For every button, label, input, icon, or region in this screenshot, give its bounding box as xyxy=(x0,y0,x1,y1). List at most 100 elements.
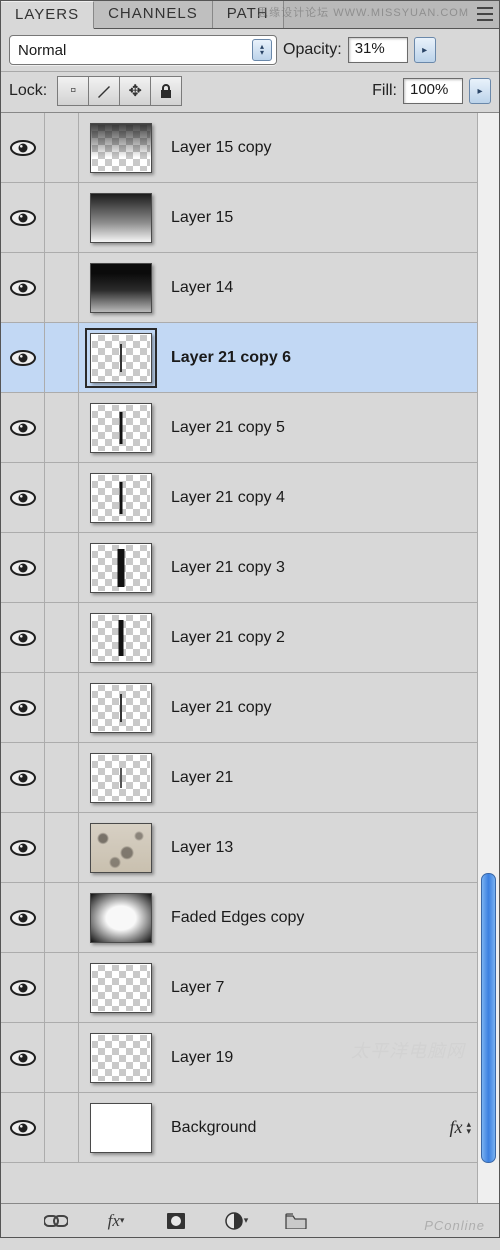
lock-move-icon[interactable]: ✥ xyxy=(119,76,151,106)
layer-name-label[interactable]: Background xyxy=(163,1119,417,1137)
lock-transparent-icon[interactable]: ▫ xyxy=(57,76,89,106)
link-cell[interactable] xyxy=(45,393,79,462)
layer-thumbnail[interactable] xyxy=(79,753,163,803)
layer-name-label[interactable]: Layer 15 xyxy=(163,209,477,227)
link-cell[interactable] xyxy=(45,533,79,602)
layer-thumbnail[interactable] xyxy=(79,1033,163,1083)
layer-name-label[interactable]: Faded Edges copy xyxy=(163,909,477,927)
layer-name-label[interactable]: Layer 21 copy xyxy=(163,699,477,717)
layer-thumbnail[interactable] xyxy=(79,823,163,873)
panel-menu-icon[interactable] xyxy=(477,7,493,21)
layer-thumbnail[interactable] xyxy=(79,193,163,243)
layer-thumbnail[interactable] xyxy=(79,543,163,593)
link-cell[interactable] xyxy=(45,463,79,532)
visibility-toggle[interactable] xyxy=(1,1023,45,1092)
visibility-toggle[interactable] xyxy=(1,323,45,392)
layer-name-label[interactable]: Layer 15 copy xyxy=(163,139,477,157)
layer-thumbnail[interactable] xyxy=(79,123,163,173)
visibility-toggle[interactable] xyxy=(1,533,45,602)
layer-name-label[interactable]: Layer 21 copy 2 xyxy=(163,629,477,647)
opacity-label: Opacity: xyxy=(283,41,342,59)
visibility-toggle[interactable] xyxy=(1,603,45,672)
link-cell[interactable] xyxy=(45,253,79,322)
blend-mode-select[interactable]: Normal xyxy=(9,35,277,65)
fill-dropdown-icon[interactable]: ▸ xyxy=(469,78,491,104)
layer-thumbnail[interactable] xyxy=(79,1103,163,1153)
layer-mask-icon[interactable] xyxy=(163,1210,189,1232)
link-cell[interactable] xyxy=(45,603,79,672)
layer-row[interactable]: Layer 13 xyxy=(1,813,477,883)
layer-row[interactable]: Layer 15 xyxy=(1,183,477,253)
layer-name-label[interactable]: Layer 14 xyxy=(163,279,477,297)
layer-row[interactable]: Layer 19 xyxy=(1,1023,477,1093)
link-cell[interactable] xyxy=(45,813,79,882)
lock-brush-icon[interactable] xyxy=(88,76,120,106)
layer-row[interactable]: Layer 7 xyxy=(1,953,477,1023)
layer-row[interactable]: Layer 21 copy 6 xyxy=(1,323,477,393)
link-cell[interactable] xyxy=(45,743,79,812)
link-cell[interactable] xyxy=(45,953,79,1022)
visibility-toggle[interactable] xyxy=(1,463,45,532)
layer-name-label[interactable]: Layer 21 copy 6 xyxy=(163,349,477,367)
link-cell[interactable] xyxy=(45,1093,79,1162)
layer-fx-icon[interactable]: fx▾ xyxy=(103,1210,129,1232)
layer-row[interactable]: Layer 21 copy 2 xyxy=(1,603,477,673)
opacity-input[interactable]: 31% xyxy=(348,37,408,63)
visibility-toggle[interactable] xyxy=(1,1093,45,1162)
lock-all-icon[interactable] xyxy=(150,76,182,106)
fill-input[interactable]: 100% xyxy=(403,78,463,104)
scroll-thumb[interactable] xyxy=(481,873,496,1163)
link-cell[interactable] xyxy=(45,183,79,252)
layer-thumbnail[interactable] xyxy=(79,473,163,523)
link-cell[interactable] xyxy=(45,673,79,742)
visibility-toggle[interactable] xyxy=(1,883,45,952)
link-layers-icon[interactable] xyxy=(43,1210,69,1232)
layer-name-label[interactable]: Layer 13 xyxy=(163,839,477,857)
tab-paths[interactable]: PATH xyxy=(213,1,284,28)
layer-thumbnail[interactable] xyxy=(79,333,163,383)
visibility-toggle[interactable] xyxy=(1,393,45,462)
visibility-toggle[interactable] xyxy=(1,673,45,742)
visibility-toggle[interactable] xyxy=(1,253,45,322)
link-cell[interactable] xyxy=(45,1023,79,1092)
layer-row[interactable]: Layer 15 copy xyxy=(1,113,477,183)
layer-thumbnail[interactable] xyxy=(79,403,163,453)
visibility-toggle[interactable] xyxy=(1,183,45,252)
layer-name-label[interactable]: Layer 19 xyxy=(163,1049,477,1067)
layer-row[interactable]: Layer 14 xyxy=(1,253,477,323)
link-cell[interactable] xyxy=(45,113,79,182)
new-group-icon[interactable] xyxy=(283,1210,309,1232)
layer-thumbnail[interactable] xyxy=(79,683,163,733)
layer-thumbnail[interactable] xyxy=(79,893,163,943)
layer-row[interactable]: Layer 21 copy 4 xyxy=(1,463,477,533)
layer-thumbnail[interactable] xyxy=(79,263,163,313)
visibility-toggle[interactable] xyxy=(1,813,45,882)
layer-thumbnail[interactable] xyxy=(79,613,163,663)
tab-layers[interactable]: LAYERS xyxy=(1,1,94,29)
watermark-bottom: PConline xyxy=(424,1218,485,1233)
link-cell[interactable] xyxy=(45,323,79,392)
tab-channels[interactable]: CHANNELS xyxy=(94,1,213,28)
layer-name-label[interactable]: Layer 21 copy 5 xyxy=(163,419,477,437)
layer-row[interactable]: Layer 21 copy 3 xyxy=(1,533,477,603)
layers-panel: LAYERS CHANNELS PATH 思缘设计论坛 WWW.MISSYUAN… xyxy=(0,0,500,1238)
visibility-toggle[interactable] xyxy=(1,113,45,182)
layer-name-label[interactable]: Layer 21 copy 4 xyxy=(163,489,477,507)
opacity-dropdown-icon[interactable]: ▸ xyxy=(414,37,436,63)
layer-name-label[interactable]: Layer 7 xyxy=(163,979,477,997)
layer-thumbnail[interactable] xyxy=(79,963,163,1013)
layer-row[interactable]: Layer 21 copy 5 xyxy=(1,393,477,463)
layer-row[interactable]: Layer 21 copy xyxy=(1,673,477,743)
layer-name-label[interactable]: Layer 21 copy 3 xyxy=(163,559,477,577)
adjustment-layer-icon[interactable]: ▾ xyxy=(223,1210,249,1232)
layer-row[interactable]: Backgroundfx▴▾ xyxy=(1,1093,477,1163)
blend-mode-spinner-icon[interactable] xyxy=(252,39,272,61)
layer-row[interactable]: Layer 21 xyxy=(1,743,477,813)
link-cell[interactable] xyxy=(45,883,79,952)
visibility-toggle[interactable] xyxy=(1,743,45,812)
visibility-toggle[interactable] xyxy=(1,953,45,1022)
layer-fx-indicator[interactable]: fx▴▾ xyxy=(417,1117,477,1138)
layer-row[interactable]: Faded Edges copy xyxy=(1,883,477,953)
scrollbar[interactable] xyxy=(477,113,499,1203)
layer-name-label[interactable]: Layer 21 xyxy=(163,769,477,787)
